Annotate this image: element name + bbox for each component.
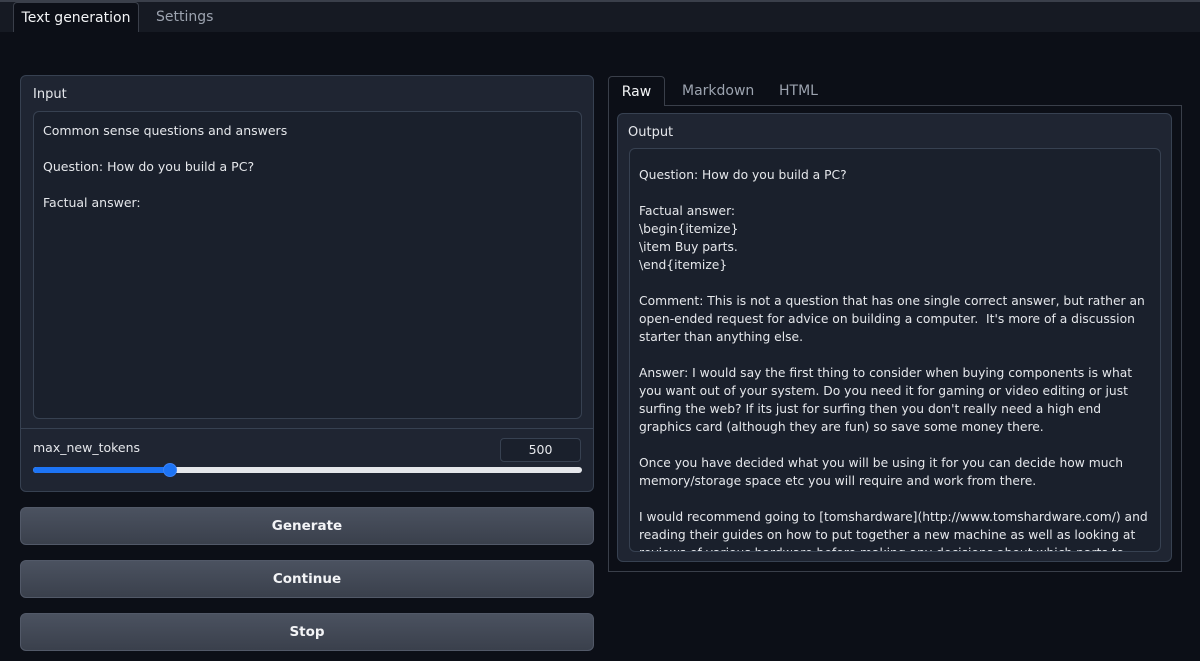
tab-html[interactable]: HTML [779, 76, 818, 106]
continue-button[interactable]: Continue [20, 560, 594, 598]
tab-text-generation[interactable]: Text generation [13, 2, 139, 32]
input-textarea[interactable]: Common sense questions and answers Quest… [33, 111, 582, 419]
generate-button[interactable]: Generate [20, 507, 594, 545]
slider-fill [33, 467, 171, 473]
max-new-tokens-slider[interactable] [33, 463, 582, 477]
panel-divider [21, 428, 593, 429]
max-new-tokens-input[interactable]: 500 [500, 438, 581, 462]
tab-raw[interactable]: Raw [608, 76, 665, 106]
max-new-tokens-label: max_new_tokens [33, 440, 141, 455]
input-label: Input [33, 87, 67, 102]
output-label: Output [628, 125, 674, 140]
output-panel: Output Question: How do you build a PC? … [617, 113, 1172, 562]
stop-button[interactable]: Stop [20, 613, 594, 651]
output-textarea[interactable]: Question: How do you build a PC? Factual… [629, 148, 1161, 552]
input-panel: Input Common sense questions and answers… [20, 75, 594, 492]
slider-thumb[interactable] [163, 463, 178, 477]
tab-markdown[interactable]: Markdown [682, 76, 754, 106]
tab-settings[interactable]: Settings [142, 2, 227, 32]
